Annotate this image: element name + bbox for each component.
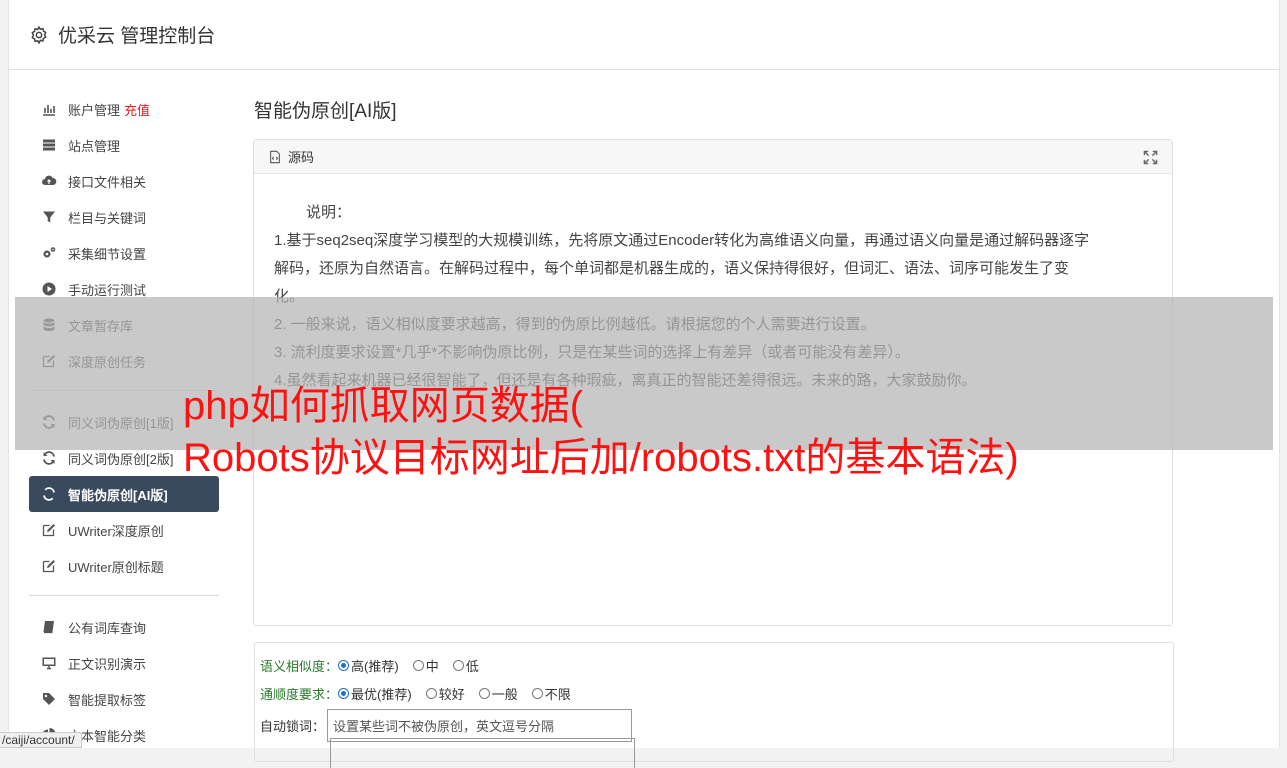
- overlay-line-1: php如何抓取网页数据(: [183, 384, 584, 428]
- fluency-option-label: 不限: [544, 686, 571, 702]
- sidebar-item-label: 智能伪原创[AI版]: [68, 487, 168, 503]
- panel-header-label: 源码: [288, 150, 315, 165]
- file-code-icon: [270, 150, 280, 163]
- sidebar-item-label: 公有词库查询: [68, 620, 147, 636]
- cloud-upload-icon: [40, 173, 57, 190]
- status-bar-url: /caiji/account/: [0, 732, 82, 748]
- extra-input[interactable]: [330, 738, 635, 768]
- server-icon: [40, 137, 57, 154]
- radio-button[interactable]: [338, 659, 350, 671]
- source-text-line: 说明：: [306, 204, 352, 221]
- panel-header: 源码: [254, 140, 1172, 174]
- monitor-icon: [40, 655, 57, 672]
- sidebar-item-a-3[interactable]: 栏目与关键词: [29, 199, 219, 235]
- similarity-label: 语义相似度：: [260, 658, 339, 674]
- book-icon: [40, 619, 57, 636]
- similarity-option[interactable]: 高(推荐): [338, 656, 399, 675]
- fluency-label: 通顺度要求：: [260, 686, 339, 702]
- bar-chart-icon: [40, 101, 57, 118]
- filter-icon: [40, 209, 57, 226]
- tag-icon: [40, 691, 57, 708]
- radio-button[interactable]: [338, 687, 350, 699]
- sidebar-item-label: 智能提取标签: [68, 692, 147, 708]
- lock-words-input[interactable]: 设置某些词不被伪原创，英文逗号分隔: [327, 708, 633, 742]
- similarity-option[interactable]: 低: [452, 656, 479, 675]
- sidebar-item-c-1[interactable]: 正文识别演示: [29, 645, 219, 681]
- page-title: 智能伪原创[AI版]: [254, 101, 397, 122]
- sidebar-item-label: 手动运行测试: [68, 282, 147, 298]
- similarity-option-label: 中: [425, 658, 439, 674]
- sidebar-item-b-4[interactable]: UWriter原创标题: [29, 548, 219, 584]
- similarity-row: 语义相似度： 高(推荐) 中 低: [260, 651, 1168, 679]
- sidebar-item-label: 正文识别演示: [68, 656, 147, 672]
- top-bar: 优采云 管理控制台: [9, 0, 1279, 70]
- cogs-icon: [40, 245, 57, 262]
- sidebar-item-a-4[interactable]: 采集细节设置: [29, 235, 219, 271]
- fullscreen-icon[interactable]: [1143, 150, 1158, 165]
- sidebar-item-b-3[interactable]: UWriter深度原创: [29, 512, 219, 548]
- fluency-option[interactable]: 不限: [531, 684, 571, 703]
- similarity-option-label: 低: [465, 658, 479, 674]
- sidebar-item-label: 采集细节设置: [68, 246, 147, 262]
- sidebar-item-label: 账户管理: [68, 102, 121, 118]
- refresh-icon: [40, 486, 57, 503]
- sidebar-item-c-0[interactable]: 公有词库查询: [29, 609, 219, 645]
- radio-button[interactable]: [531, 687, 543, 699]
- sidebar-item-label: 接口文件相关: [68, 174, 147, 190]
- radio-button[interactable]: [425, 687, 437, 699]
- similarity-option-label: 高(推荐): [351, 658, 399, 674]
- play-circle-icon: [40, 281, 57, 298]
- source-text-line: 解码，还原为自然语言。在解码过程中，每个单词都是机器生成的，语义保持得很好，但词…: [274, 260, 1070, 277]
- recharge-link[interactable]: 充值: [124, 100, 150, 119]
- edit-icon: [40, 558, 57, 575]
- fluency-option-label: 较好: [438, 686, 465, 702]
- sidebar-item-label: 栏目与关键词: [68, 210, 147, 226]
- sidebar-item-a-1[interactable]: 站点管理: [29, 127, 219, 163]
- fluency-option-label: 最优(推荐): [351, 686, 412, 702]
- overlay-line-2: Robots协议目标网址后加/robots.txt的基本语法): [183, 436, 1019, 480]
- fluency-row: 通顺度要求： 最优(推荐) 较好 一般 不限: [260, 679, 1168, 707]
- sidebar-item-a-0[interactable]: 账户管理 充值: [29, 91, 219, 127]
- sidebar-item-label: UWriter深度原创: [68, 523, 164, 539]
- radio-button[interactable]: [412, 659, 424, 671]
- overlay-caption: php如何抓取网页数据( Robots协议目标网址后加/robots.txt的基…: [183, 380, 1019, 484]
- sidebar-item-a-2[interactable]: 接口文件相关: [29, 163, 219, 199]
- sidebar-item-c-2[interactable]: 智能提取标签: [29, 681, 219, 717]
- lock-label: 自动锁词：: [260, 718, 326, 734]
- sidebar-divider: [29, 595, 219, 596]
- similarity-option[interactable]: 中: [412, 656, 439, 675]
- sidebar-item-label: UWriter原创标题: [68, 559, 164, 575]
- refresh-icon: [40, 450, 57, 467]
- source-text-line: 1.基于seq2seq深度学习模型的大规模训练，先将原文通过Encoder转化为…: [274, 232, 1090, 249]
- edit-icon: [40, 522, 57, 539]
- radio-button[interactable]: [478, 687, 490, 699]
- sidebar-item-label: 站点管理: [68, 138, 121, 154]
- settings-form: 语义相似度： 高(推荐) 中 低 通顺度要求： 最优(推荐) 较好 一般 不限 自动锁词：…: [254, 642, 1174, 768]
- radio-button[interactable]: [452, 659, 464, 671]
- fluency-option[interactable]: 较好: [425, 684, 465, 703]
- app-title: 优采云 管理控制台: [58, 26, 216, 47]
- gear-icon: [31, 25, 47, 44]
- fluency-option[interactable]: 最优(推荐): [338, 684, 412, 703]
- sidebar-item-label: 同义词伪原创[2版]: [68, 451, 174, 467]
- fluency-option[interactable]: 一般: [478, 684, 518, 703]
- fluency-option-label: 一般: [491, 686, 518, 702]
